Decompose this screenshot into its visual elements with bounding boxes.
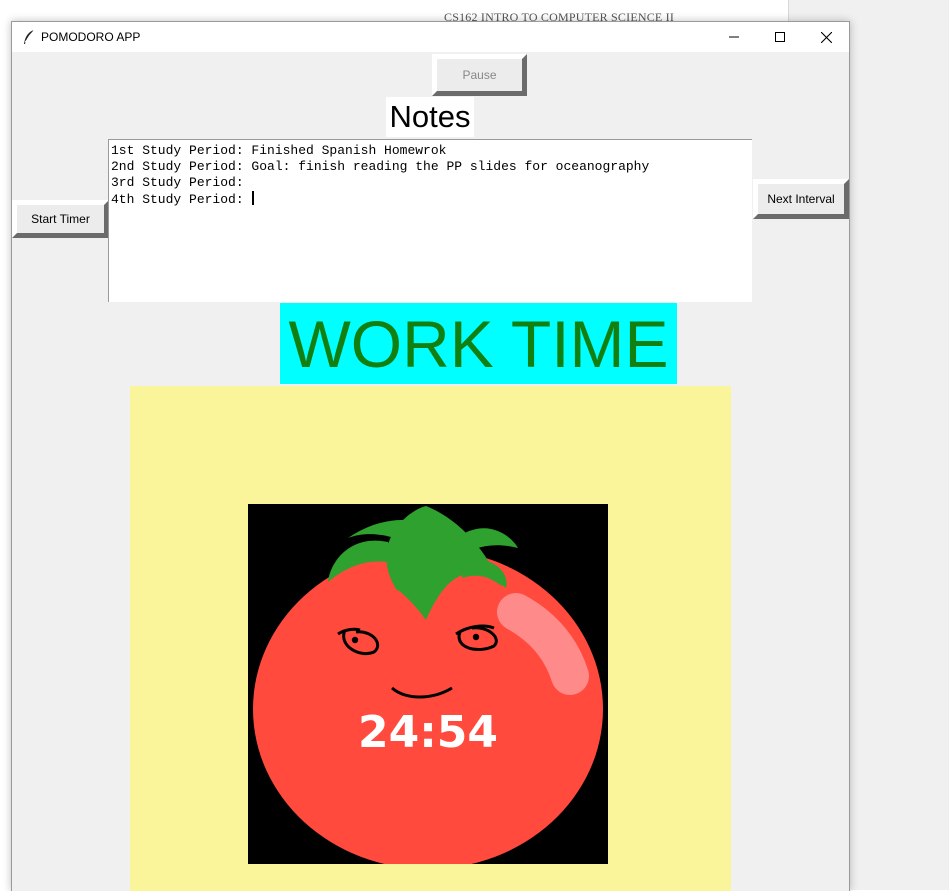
start-timer-button[interactable]: Start Timer xyxy=(12,200,109,238)
note-line: 2nd Study Period: Goal: finish reading t… xyxy=(111,159,650,174)
pause-button[interactable]: Pause xyxy=(432,54,527,96)
minimize-icon xyxy=(729,36,739,38)
window-title: POMODORO APP xyxy=(41,30,141,44)
timer-canvas: 24:54 xyxy=(130,386,731,891)
window-content: Pause Start Timer Next Interval Notes 1s… xyxy=(12,52,849,891)
feather-icon xyxy=(22,29,36,45)
close-icon xyxy=(820,31,832,43)
note-line-with-caret: 4th Study Period: xyxy=(111,191,752,208)
minimize-button[interactable] xyxy=(711,22,757,52)
title-bar[interactable]: POMODORO APP xyxy=(12,22,849,52)
notes-label: Notes xyxy=(386,97,474,137)
app-window: POMODORO APP Pause Start Timer Next Inte… xyxy=(11,21,850,891)
mode-label: WORK TIME xyxy=(280,303,677,384)
maximize-button[interactable] xyxy=(757,22,803,52)
tomato-image: 24:54 xyxy=(248,504,608,864)
text-caret xyxy=(252,191,255,205)
close-button[interactable] xyxy=(803,22,849,52)
note-line-text: 4th Study Period: xyxy=(111,192,252,207)
notes-textarea[interactable]: 1st Study Period: Finished Spanish Homew… xyxy=(108,139,752,302)
next-interval-button[interactable]: Next Interval xyxy=(753,179,849,219)
timer-display: 24:54 xyxy=(357,707,499,758)
maximize-icon xyxy=(775,32,785,42)
note-line: 3rd Study Period: xyxy=(111,175,244,190)
tomato-icon xyxy=(253,506,603,864)
note-line: 1st Study Period: Finished Spanish Homew… xyxy=(111,143,447,158)
